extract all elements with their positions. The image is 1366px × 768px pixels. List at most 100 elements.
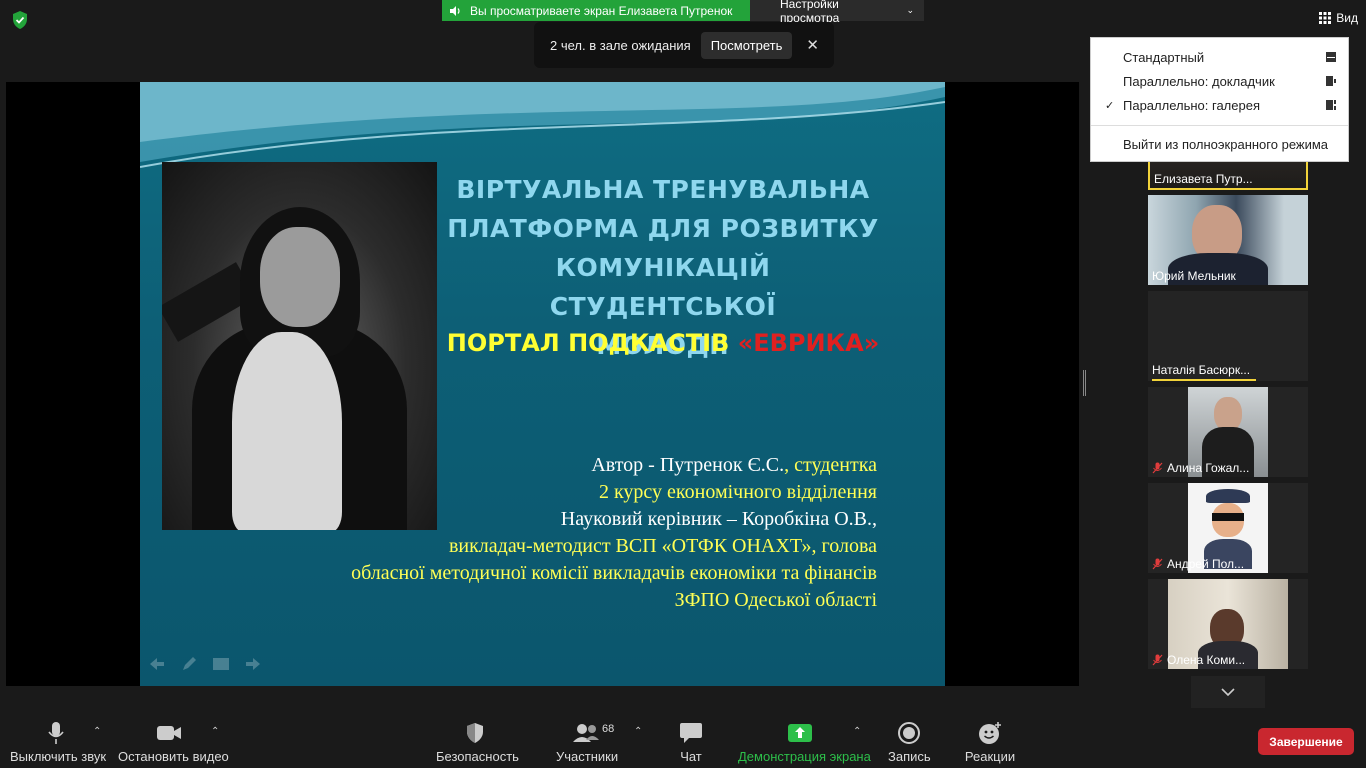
author-role: , студентка (784, 454, 877, 476)
participant-name-text: Наталія Басюрк... (1152, 363, 1251, 377)
panel-resize-handle[interactable] (1083, 370, 1086, 396)
chat-icon (680, 723, 702, 743)
region-text: ЗФПО Одеської області (674, 589, 877, 611)
participant-name-text: Олена Коми... (1167, 653, 1246, 667)
viewing-share-indicator: Вы просматриваете экран Елизавета Путрен… (442, 0, 750, 21)
scroll-down-button[interactable] (1191, 676, 1265, 708)
record-label: Запись (888, 749, 931, 764)
participant-tile[interactable]: Юрий Мельник (1148, 195, 1308, 285)
checkmark-icon: ✓ (1105, 99, 1115, 112)
participant-name-text: Алина Гожал... (1167, 461, 1250, 475)
chat-button[interactable]: Чат (672, 720, 710, 764)
audio-options-caret[interactable]: ⌃ (93, 726, 101, 737)
share-screen-label: Демонстрация экрана (738, 749, 871, 764)
stop-video-button[interactable]: Остановить видео (118, 720, 229, 764)
slides-icon[interactable] (212, 656, 230, 672)
muted-mic-icon (1152, 654, 1163, 666)
mute-button[interactable]: Выключить звук (10, 720, 107, 764)
subtitle-yellow: ПОРТАЛ ПОДКАСТІВ (446, 329, 738, 357)
commission-text: обласної методичної комісії викладачів е… (351, 562, 877, 584)
menu-item-side-by-side-gallery[interactable]: ✓ Параллельно: галерея (1091, 93, 1348, 117)
participant-tile[interactable]: Андрей Пол... (1148, 483, 1308, 573)
participant-name: Олена Коми... (1152, 653, 1245, 667)
view-button-label: Вид (1336, 11, 1358, 25)
shared-screen[interactable]: ВІРТУАЛЬНА ТРЕНУВАЛЬНА ПЛАТФОРМА ДЛЯ РОЗ… (6, 82, 1079, 686)
waiting-room-notification: 2 чел. в зале ожидания Посмотреть ✕ (534, 22, 834, 68)
view-settings-button[interactable]: Настройки просмотра ⌄ (750, 0, 924, 25)
participant-name-text: Елизавета Путр... (1154, 172, 1253, 186)
participant-name: Андрей Пол... (1152, 557, 1244, 571)
menu-item-label: Выйти из полноэкранного режима (1123, 136, 1329, 152)
pen-icon[interactable] (180, 656, 198, 672)
participants-icon (573, 724, 599, 742)
slide-subtitle: ПОРТАЛ ПОДКАСТІВ «ЕВРИКА» (440, 326, 886, 360)
muted-mic-icon (1152, 462, 1163, 474)
title-line: ПЛАТФОРМА ДЛЯ РОЗВИТКУ (447, 214, 879, 243)
presentation-slide: ВІРТУАЛЬНА ТРЕНУВАЛЬНА ПЛАТФОРМА ДЛЯ РОЗ… (140, 82, 945, 686)
speaker-icon (450, 5, 460, 16)
share-screen-button[interactable]: Демонстрация экрана (738, 720, 871, 764)
record-icon (898, 722, 920, 744)
participant-tile[interactable]: Олена Коми... (1148, 579, 1308, 669)
reactions-label: Реакции (964, 749, 1016, 764)
participant-name: Алина Гожал... (1152, 461, 1249, 475)
supervisor-name: Науковий керівник – Коробкіна О.В., (560, 508, 877, 530)
title-line: КОМУНІКАЦІЙ СТУДЕНТСЬКОЇ (549, 253, 777, 321)
participant-name: Юрий Мельник (1152, 269, 1236, 283)
video-face (1214, 397, 1242, 431)
stop-video-label: Остановить видео (118, 749, 229, 764)
reactions-button[interactable]: Реакции (964, 720, 1016, 764)
view-menu: Стандартный Параллельно: докладчик ✓ Пар… (1090, 37, 1349, 162)
side-by-side-gallery-icon (1326, 100, 1336, 110)
participant-name: Наталія Басюрк... (1152, 363, 1250, 377)
view-waiting-room-button[interactable]: Посмотреть (700, 31, 793, 59)
video-options-caret[interactable]: ⌃ (211, 726, 219, 737)
menu-divider (1091, 125, 1348, 126)
participant-tile[interactable]: Наталія Басюрк... (1148, 291, 1308, 381)
sharing-text: Вы просматриваете экран Елизавета Путрен… (470, 3, 733, 18)
slide-authors: Автор - Путренок Є.С., студентка 2 курсу… (177, 452, 877, 614)
menu-item-standard[interactable]: Стандартный (1091, 45, 1348, 69)
share-options-caret[interactable]: ⌃ (853, 726, 861, 737)
participants-options-caret[interactable]: ⌃ (634, 726, 642, 737)
menu-item-label: Параллельно: докладчик (1123, 73, 1275, 89)
author-name: Автор - Путренок Є.С. (591, 454, 785, 476)
participants-label: Участники (556, 749, 619, 764)
photo-face (260, 227, 340, 327)
shield-icon (467, 723, 483, 743)
video-camera-icon (157, 726, 181, 740)
grid-icon (1319, 12, 1332, 24)
mute-label: Выключить звук (10, 749, 107, 764)
arrow-left-icon[interactable] (148, 656, 166, 672)
share-screen-icon (788, 724, 812, 742)
view-button[interactable]: Вид (1319, 11, 1358, 25)
menu-item-label: Параллельно: галерея (1123, 97, 1260, 113)
participant-tile[interactable]: Алина Гожал... (1148, 387, 1308, 477)
security-button[interactable]: Безопасность (436, 720, 519, 764)
security-shield-icon[interactable] (10, 10, 30, 30)
arrow-right-icon[interactable] (244, 656, 262, 672)
title-line: ВІРТУАЛЬНА ТРЕНУВАЛЬНА (456, 175, 870, 204)
supervisor-role: викладач-методист ВСП «ОТФК ОНАХТ», голо… (448, 535, 877, 557)
menu-item-side-by-side-speaker[interactable]: Параллельно: докладчик (1091, 69, 1348, 93)
screen-share-banner: Вы просматриваете экран Елизавета Путрен… (442, 0, 924, 25)
muted-mic-icon (1152, 558, 1163, 570)
record-button[interactable]: Запись (888, 720, 931, 764)
active-speaker-indicator (1152, 379, 1256, 381)
slide-wave-decoration (140, 82, 945, 168)
participants-count: 68 (602, 723, 615, 735)
menu-item-exit-fullscreen[interactable]: Выйти из полноэкранного режима (1091, 132, 1348, 156)
microphone-icon (48, 722, 64, 744)
zoom-meeting-window: Вы просматриваете экран Елизавета Путрен… (0, 0, 1366, 768)
close-icon[interactable]: ✕ (806, 36, 819, 54)
security-label: Безопасность (436, 749, 519, 764)
menu-item-label: Стандартный (1123, 49, 1205, 65)
participant-name-text: Андрей Пол... (1167, 557, 1245, 571)
meeting-toolbar: Выключить звук ⌃ Остановить видео ⌃ Безо… (0, 708, 1366, 768)
avatar-glasses (1212, 513, 1244, 521)
waiting-room-text: 2 чел. в зале ожидания (550, 37, 691, 53)
subtitle-red: «ЕВРИКА» (737, 329, 880, 357)
avatar-hat (1206, 489, 1250, 503)
end-meeting-button[interactable]: Завершение (1258, 728, 1354, 755)
chat-label: Чат (680, 749, 702, 764)
